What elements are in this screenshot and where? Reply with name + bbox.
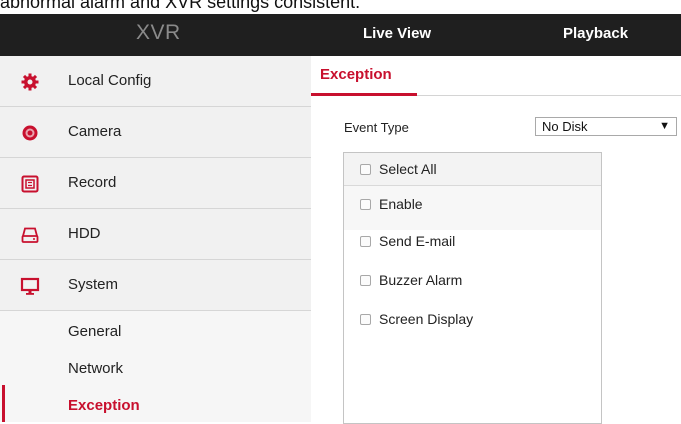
camera-icon [20, 123, 40, 143]
sidebar-subitem-general[interactable]: General [68, 323, 121, 340]
dropdown-arrow-icon: ▼ [659, 120, 670, 132]
enable-checkbox[interactable] [360, 199, 371, 210]
option-enable[interactable]: Enable [344, 196, 601, 216]
tab-active-underline [311, 93, 417, 96]
nav-live-view[interactable]: Live View [363, 25, 431, 42]
sidebar-item-system[interactable]: System [0, 260, 311, 311]
option-buzzer-alarm[interactable]: Buzzer Alarm [344, 272, 601, 292]
sidebar-subitem-exception[interactable]: Exception [68, 397, 140, 414]
sidebar-item-record[interactable]: Record [0, 158, 311, 209]
sidebar: Local Config Camera Record HDD System Ge… [0, 56, 311, 422]
buzzer-alarm-label: Buzzer Alarm [379, 272, 463, 288]
sidebar-item-label: System [68, 276, 119, 293]
nav-playback[interactable]: Playback [563, 25, 628, 42]
event-type-select[interactable]: No Disk ▼ [535, 117, 677, 136]
top-bar: XVR Live View Playback [0, 14, 681, 56]
sidebar-item-label: HDD [68, 225, 101, 242]
select-all-checkbox[interactable] [360, 164, 371, 175]
tab-exception[interactable]: Exception [320, 66, 392, 83]
sidebar-item-local-config[interactable]: Local Config [0, 56, 311, 107]
enable-label: Enable [379, 196, 423, 212]
gear-icon [20, 72, 40, 92]
screen-display-checkbox[interactable] [360, 314, 371, 325]
select-all-label: Select All [379, 161, 437, 177]
logo: XVR [136, 21, 181, 44]
send-email-checkbox[interactable] [360, 236, 371, 247]
send-email-label: Send E-mail [379, 233, 456, 249]
sidebar-subitem-network[interactable]: Network [68, 360, 123, 377]
option-send-email[interactable]: Send E-mail [344, 233, 601, 253]
event-type-value: No Disk [542, 119, 588, 134]
record-icon [20, 174, 40, 194]
sidebar-item-label: Local Config [68, 72, 152, 89]
caption-text: abnormal alarm and XVR settings consiste… [0, 0, 681, 14]
option-screen-display[interactable]: Screen Display [344, 311, 601, 331]
sidebar-item-camera[interactable]: Camera [0, 107, 311, 158]
active-indicator [2, 385, 5, 422]
sidebar-item-label: Record [68, 174, 117, 191]
select-all-option[interactable]: Select All [344, 161, 601, 181]
caption-label: abnormal alarm and XVR settings consiste… [0, 0, 361, 12]
event-type-label: Event Type [344, 120, 409, 135]
sidebar-item-hdd[interactable]: HDD [0, 209, 311, 260]
monitor-icon [20, 276, 40, 296]
sidebar-item-label: Camera [68, 123, 122, 140]
options-panel: Select All Enable Send E-mail Buzzer Ala… [343, 152, 602, 424]
screen-display-label: Screen Display [379, 311, 474, 327]
buzzer-alarm-checkbox[interactable] [360, 275, 371, 286]
hdd-icon [20, 225, 40, 245]
